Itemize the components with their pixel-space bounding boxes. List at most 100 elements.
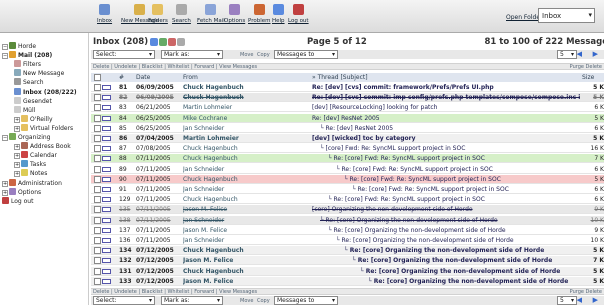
message-row[interactable]: 86 07/04/2005 Martin Lohmeier [dev] [wicked…: [91, 134, 604, 143]
row-checkbox[interactable]: [94, 216, 101, 224]
row-subject[interactable]: └ Re: [core] Organizing the non-developm…: [320, 216, 580, 225]
sidebar-item[interactable]: − Organizing: [2, 133, 50, 142]
row-checkbox[interactable]: [94, 104, 101, 112]
row-checkbox[interactable]: [94, 247, 101, 255]
row-checkbox[interactable]: [94, 237, 101, 244]
row-checkbox[interactable]: [94, 165, 101, 173]
row-checkbox[interactable]: [94, 84, 101, 91]
message-row[interactable]: 82 06/09/2005 Chuck Hagenbuch Re: [dev] [cv…: [91, 93, 604, 103]
message-row[interactable]: 81 06/09/2005 Chuck Hagenbuch Re: [dev] [cv…: [91, 83, 604, 92]
col-from[interactable]: From: [183, 73, 198, 82]
col-number[interactable]: #: [119, 73, 124, 82]
expand-toggle-icon[interactable]: −: [2, 44, 8, 50]
select-dropdown-bottom[interactable]: Select:: [93, 296, 155, 305]
sidebar-item[interactable]: + Tasks: [14, 160, 46, 169]
move-link[interactable]: Move: [240, 52, 253, 58]
col-date[interactable]: Date: [136, 73, 150, 82]
row-subject[interactable]: └ Re: [core] Organizing the non-developm…: [336, 236, 580, 245]
message-row[interactable]: 87 07/08/2005 Chuck Hagenbuch └ [core] Fwd:…: [91, 144, 604, 154]
row-checkbox[interactable]: [94, 94, 101, 102]
message-row[interactable]: 90 07/11/2005 Chuck Hagenbuch └ Re: [core] …: [91, 174, 604, 184]
row-subject[interactable]: └ Re: [core] Organizing the non-developm…: [328, 226, 580, 235]
empty-icon[interactable]: [168, 38, 176, 46]
row-checkbox[interactable]: [94, 175, 101, 183]
message-row[interactable]: 136 07/11/2005 Jan Schneider └ Re: [core] O…: [91, 236, 604, 245]
select-all-checkbox[interactable]: [94, 74, 101, 81]
mark-as-dropdown-bottom[interactable]: Mark as:: [161, 296, 223, 305]
sidebar-item[interactable]: + Notes: [14, 169, 47, 178]
toolbar-options-button[interactable]: Options: [224, 3, 245, 31]
row-subject[interactable]: └ [core] Fwd: Re: SyncML support project…: [320, 144, 580, 153]
messages-to-dropdown[interactable]: Messages to: [274, 50, 338, 59]
row-subject[interactable]: [dev] [wicked] toc by category: [312, 134, 580, 143]
sidebar-item[interactable]: Müll: [14, 105, 35, 115]
expand-toggle-icon[interactable]: +: [14, 171, 20, 178]
message-row[interactable]: 129 07/11/2005 Chuck Hagenbuch └ Re: [core]…: [91, 195, 604, 205]
next-page-icon[interactable]: ▶: [593, 50, 598, 58]
message-row[interactable]: 138 07/11/2005 Jan Schneider └ Re: [core] O…: [91, 215, 604, 225]
toolbar-fetch-mail-button[interactable]: Fetch Mail: [197, 3, 225, 31]
message-row[interactable]: 89 07/11/2005 Jan Schneider └ Re: [core] Fw…: [91, 164, 604, 174]
row-checkbox[interactable]: [94, 196, 101, 204]
open-folder-label[interactable]: Open Folder: [506, 14, 542, 24]
row-checkbox[interactable]: [94, 206, 101, 214]
sidebar-item[interactable]: Inbox (208/222): [14, 87, 77, 97]
row-checkbox[interactable]: [94, 186, 101, 193]
row-subject[interactable]: └ Re: [core] Organizing the non-developm…: [344, 246, 580, 255]
col-size[interactable]: Size: [582, 73, 594, 82]
expand-toggle-icon[interactable]: +: [14, 162, 20, 169]
row-subject[interactable]: └ Re: [core] Fwd: Re: SyncML support pro…: [352, 185, 580, 194]
sidebar-item[interactable]: + Options: [2, 187, 41, 197]
row-subject[interactable]: └ Re: [core] Fwd: Re: SyncML support pro…: [328, 154, 580, 163]
row-subject[interactable]: └ Re: [core] Organizing the non-developm…: [352, 256, 580, 265]
toolbar-logout-button[interactable]: Log out: [288, 3, 309, 31]
sidebar-item[interactable]: − Horde: [2, 42, 36, 51]
row-checkbox[interactable]: [94, 145, 101, 153]
row-checkbox[interactable]: [94, 257, 101, 265]
row-subject[interactable]: Re: [dev] ResNet 2005: [312, 114, 580, 123]
row-checkbox[interactable]: [94, 114, 101, 122]
row-subject[interactable]: └ Re: [dev] ResNet 2005: [320, 124, 580, 133]
open-folder-select[interactable]: Inbox: [538, 8, 595, 23]
message-row[interactable]: 137 07/11/2005 Jason M. Felice └ Re: [core]…: [91, 225, 604, 235]
sidebar-item[interactable]: + Administration: [2, 178, 62, 188]
toolbar-folders-button[interactable]: Folders: [148, 3, 168, 31]
row-subject[interactable]: └ Re: [core] Organizing the non-developm…: [360, 267, 580, 276]
row-subject[interactable]: └ Re: [core] Fwd: Re: SyncML support pro…: [328, 195, 580, 204]
message-row[interactable]: 133 07/12/2005 Jason M. Felice └ Re: [core]…: [91, 276, 604, 286]
toolbar-search-button[interactable]: Search: [172, 3, 191, 31]
row-checkbox[interactable]: [94, 124, 101, 132]
message-row[interactable]: 88 07/11/2005 Chuck Hagenbuch └ Re: [core] …: [91, 154, 604, 164]
row-checkbox[interactable]: [94, 226, 101, 234]
message-row[interactable]: 85 06/25/2005 Jan Schneider └ Re: [dev] Res…: [91, 123, 604, 133]
filter-icon[interactable]: [159, 38, 167, 46]
next-page-icon-bottom[interactable]: ▶: [593, 296, 598, 304]
row-subject[interactable]: Re: [dev] [cvs] commit: framework/Prefs/…: [312, 83, 580, 92]
row-checkbox[interactable]: [94, 277, 101, 285]
prev-page-icon[interactable]: ◀: [577, 50, 582, 58]
actions-links-bottom[interactable]: Delete | Undelete | Blacklist | Whitelis…: [93, 289, 257, 295]
page-select-bottom[interactable]: 5: [557, 296, 577, 305]
select-dropdown[interactable]: Select:: [93, 50, 155, 59]
purge-delete-link[interactable]: Purge Delete: [570, 64, 602, 70]
expand-toggle-icon[interactable]: +: [14, 116, 20, 123]
sidebar-item[interactable]: − Mail (208): [2, 51, 52, 60]
row-checkbox[interactable]: [94, 135, 101, 142]
col-thread[interactable]: » Thread [Subject]: [312, 73, 368, 82]
message-row[interactable]: 91 07/11/2005 Jan Schneider └ Re: [core] Fw…: [91, 185, 604, 194]
purge-delete-link-bottom[interactable]: Purge Delete: [570, 289, 602, 295]
row-checkbox[interactable]: [94, 267, 101, 275]
sidebar-item[interactable]: + Address Book: [14, 142, 71, 151]
sidebar-item[interactable]: New Message: [14, 69, 64, 78]
toolbar-inbox-button[interactable]: Inbox: [97, 3, 112, 31]
expand-toggle-icon[interactable]: +: [14, 144, 20, 151]
actions-links[interactable]: Delete | Undelete | Blacklist | Whitelis…: [93, 64, 257, 70]
sidebar-item[interactable]: Gesendet: [14, 96, 52, 106]
expand-toggle-icon[interactable]: +: [14, 153, 20, 160]
prev-page-icon-bottom[interactable]: ◀: [577, 296, 582, 304]
page-select[interactable]: 5: [557, 50, 577, 59]
row-subject[interactable]: └ Re: [core] Organizing the non-developm…: [368, 277, 580, 286]
toolbar-help-button[interactable]: Help: [272, 3, 285, 31]
expand-toggle-icon[interactable]: +: [14, 125, 20, 132]
copy-link-bottom[interactable]: Copy: [257, 298, 270, 304]
